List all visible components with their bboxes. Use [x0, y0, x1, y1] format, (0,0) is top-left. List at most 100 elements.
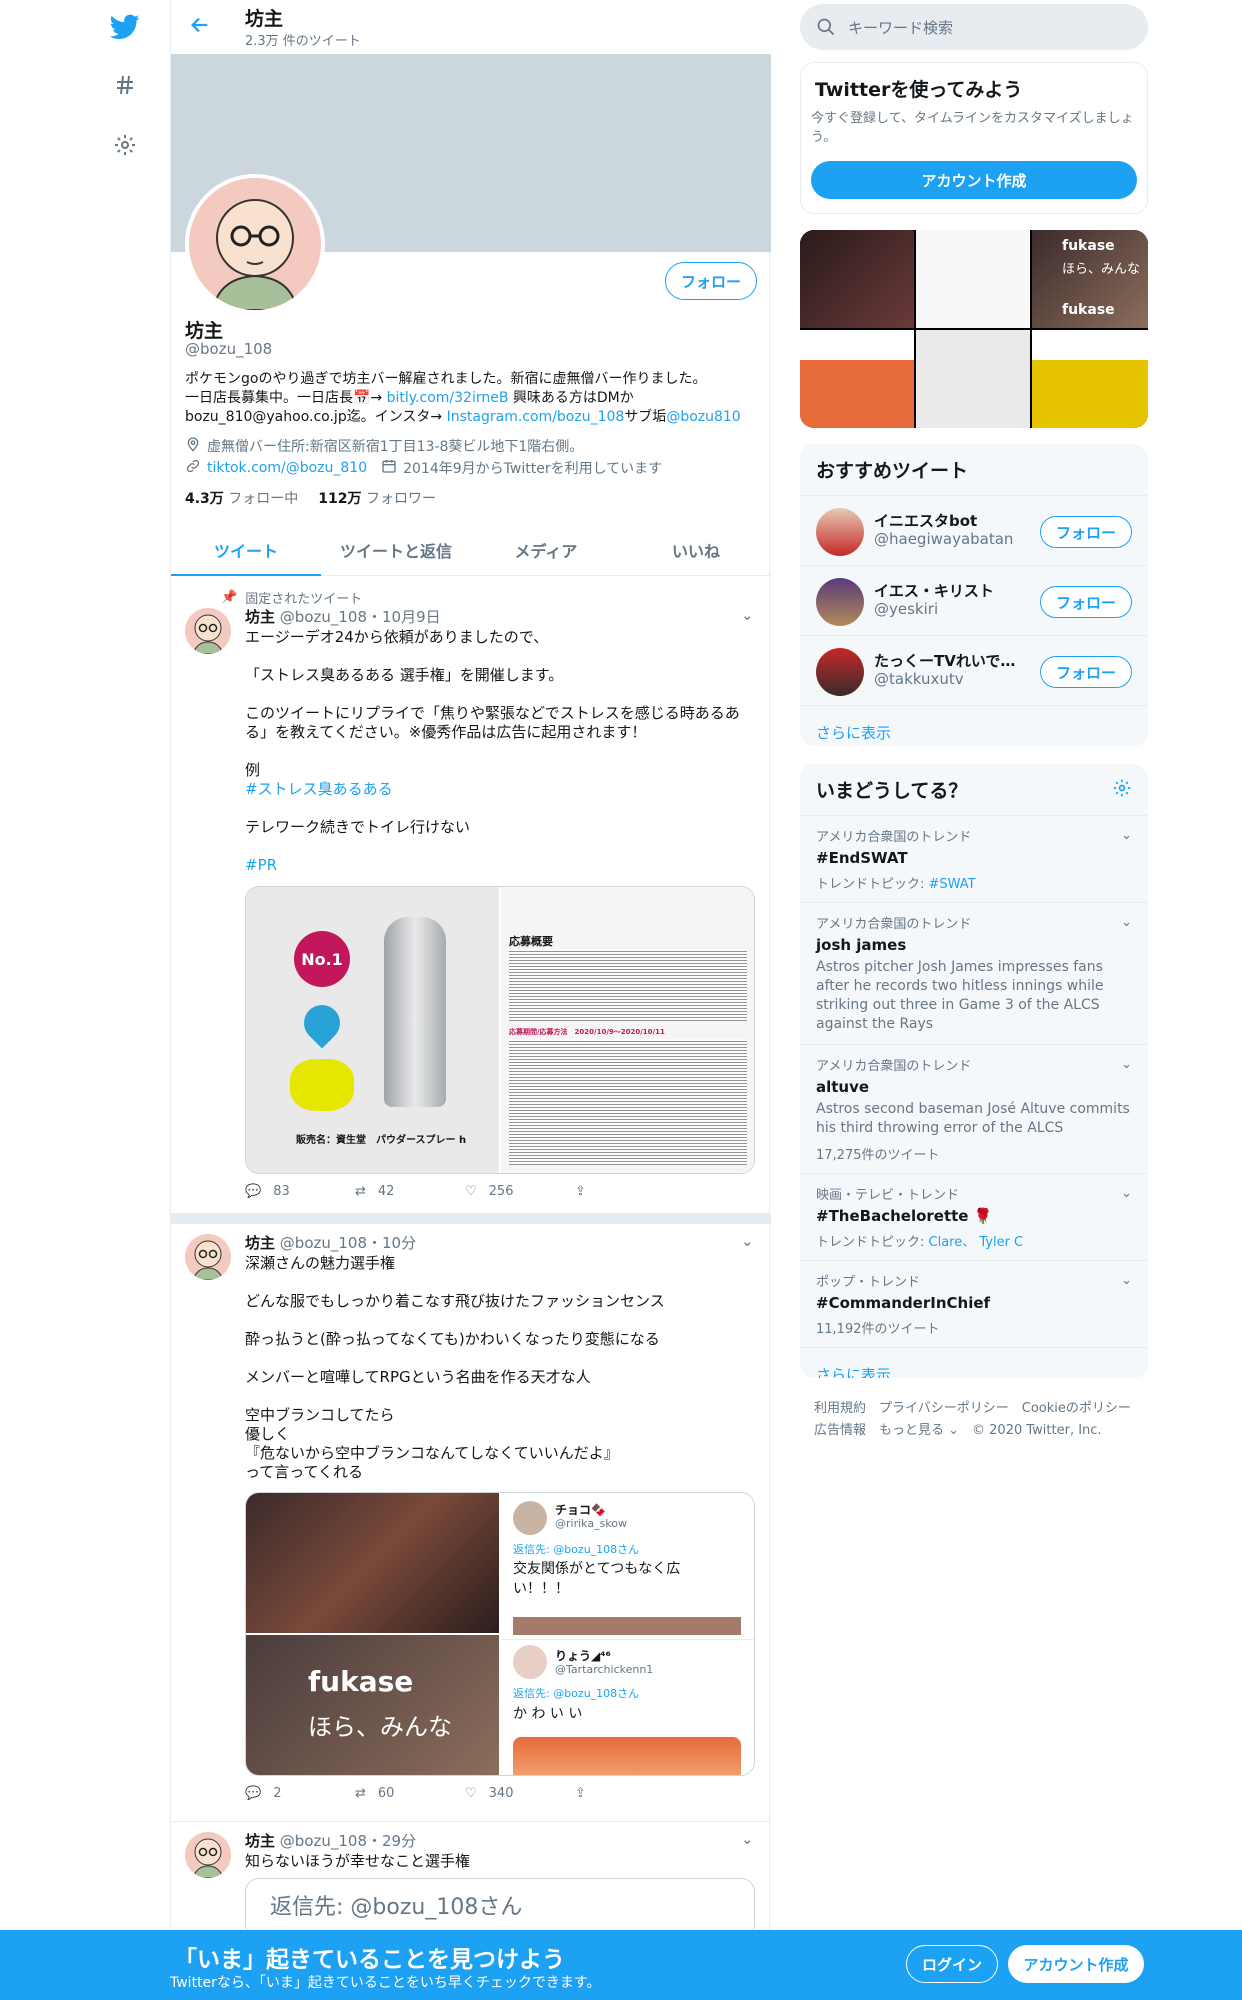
- profile-meta: tiktok.com/@bozu_810 2014年9月からTwitterを利用…: [185, 458, 662, 478]
- tweet-author-name[interactable]: 坊主: [245, 1832, 275, 1850]
- recommend-name: たっくーTVれいでぃ…: [874, 652, 1024, 670]
- explore-hashtag-icon[interactable]: [106, 66, 144, 104]
- tweet-media-images[interactable]: 返信先: @bozu_108さん: [245, 1878, 755, 1938]
- website-link[interactable]: tiktok.com/@bozu_810: [207, 460, 367, 476]
- follow-button[interactable]: フォロー: [1040, 656, 1132, 688]
- trend-item[interactable]: アメリカ合衆国のトレンド #EndSWAT トレンドトピック: #SWAT ⌄: [800, 816, 1148, 903]
- tweet-time[interactable]: ・29分: [367, 1832, 416, 1850]
- media-image-product[interactable]: No.1 販売名：資生堂 パウダースプレー h: [246, 887, 499, 1173]
- tweet-avatar[interactable]: [185, 1234, 231, 1280]
- tab-tweets[interactable]: ツイート: [171, 524, 321, 576]
- rules-text-block: [509, 949, 747, 1021]
- chevron-down-icon[interactable]: ⌄: [741, 606, 754, 624]
- bio-link[interactable]: Instagram.com/bozu_108: [447, 409, 625, 425]
- tab-media[interactable]: メディア: [471, 524, 621, 575]
- tweet-pinned[interactable]: 📌 固定されたツイート 坊主 @bozu_108・10月9日 ⌄ エージーデオ2…: [171, 578, 771, 1214]
- tweet-header: 坊主 @bozu_108・10分: [245, 1232, 416, 1253]
- footer-line[interactable]: 広告情報 もっと見る ⌄ © 2020 Twitter, Inc.: [814, 1420, 1131, 1442]
- create-account-button[interactable]: アカウント作成: [811, 161, 1137, 199]
- tweet[interactable]: 坊主 @bozu_108・10分 ⌄ 深瀬さんの魅力選手権 どんな服でもしっかり…: [171, 1224, 771, 1822]
- media-image-replies[interactable]: チョコ🍫 @ririka_skow 返信先: @bozu_108さん 交友関係が…: [501, 1493, 754, 1775]
- chevron-down-icon[interactable]: ⌄: [1121, 915, 1132, 930]
- settings-gear-icon[interactable]: [106, 126, 144, 164]
- bio-mention[interactable]: @bozu810: [666, 409, 740, 425]
- trend-topic-link[interactable]: #SWAT: [929, 877, 976, 892]
- chevron-down-icon[interactable]: ⌄: [1121, 828, 1132, 843]
- retweet-button[interactable]: ⇄ 42: [355, 1184, 465, 1199]
- media-image-fukase[interactable]: fukase ほら、みんな: [246, 1635, 499, 1775]
- media-thumb[interactable]: [916, 330, 1030, 428]
- tweet-author-name[interactable]: 坊主: [245, 1234, 275, 1252]
- hashtag-link[interactable]: #PR: [245, 856, 277, 874]
- hashtag-link[interactable]: #ストレス臭あるある: [245, 780, 393, 798]
- profile-location: 虚無僧バー住所:新宿区新宿1丁目13-8葵ビル地下1階右側。: [185, 436, 583, 456]
- media-thumb-text: fukase: [1062, 302, 1115, 318]
- chevron-down-icon[interactable]: ⌄: [741, 1830, 754, 1848]
- media-thumb[interactable]: [800, 230, 914, 328]
- retweet-icon: ⇄: [355, 1184, 366, 1199]
- chevron-down-icon[interactable]: ⌄: [1121, 1057, 1132, 1072]
- bio-link[interactable]: bitly.com/32irneB: [387, 390, 509, 406]
- tweet-header: 坊主 @bozu_108・29分: [245, 1830, 416, 1851]
- show-more-link[interactable]: さらに表示: [800, 1348, 1148, 1378]
- login-button[interactable]: ログイン: [906, 1945, 998, 1983]
- tweet-time[interactable]: ・10分: [367, 1234, 416, 1252]
- share-button[interactable]: ⇪: [575, 1184, 685, 1199]
- twitter-logo-icon[interactable]: [106, 8, 144, 46]
- tweet-author-handle: @bozu_108: [279, 608, 368, 626]
- footer-line[interactable]: 利用規約 プライバシーポリシー Cookieのポリシー: [814, 1398, 1131, 1420]
- trend-item[interactable]: ポップ・トレンド #CommanderInChief 11,192件のツイート …: [800, 1261, 1148, 1348]
- back-arrow-icon[interactable]: [189, 14, 211, 40]
- tweet-author-name[interactable]: 坊主: [245, 608, 275, 626]
- tweet-time[interactable]: ・10月9日: [367, 608, 441, 626]
- tweet[interactable]: 坊主 @bozu_108・29分 ⌄ 知らないほうが幸せなこと選手権 返信先: …: [171, 1822, 771, 1938]
- chevron-down-icon[interactable]: ⌄: [1121, 1273, 1132, 1288]
- trend-topic-link[interactable]: Clare、 Tyler C: [929, 1235, 1024, 1250]
- recommend-item[interactable]: たっくーTVれいでぃ… @takkuxutv フォロー: [800, 636, 1148, 706]
- bio-text: bozu_810@yahoo.co.jp迄。インスタ→: [185, 409, 447, 425]
- follow-button[interactable]: フォロー: [1040, 586, 1132, 618]
- tweet-media-images[interactable]: No.1 販売名：資生堂 パウダースプレー h 応募概要 応募期間/応募方法 2…: [245, 886, 755, 1174]
- reply-count: 2: [273, 1786, 282, 1801]
- chevron-down-icon[interactable]: ⌄: [741, 1232, 754, 1250]
- chevron-down-icon[interactable]: ⌄: [1121, 1186, 1132, 1201]
- retweet-button[interactable]: ⇄ 60: [355, 1786, 465, 1801]
- media-overlay-subtext: ほら、みんな: [308, 1713, 452, 1741]
- media-grid: fukase ほら、みんな fukase: [800, 230, 1148, 428]
- media-thumb[interactable]: [916, 230, 1030, 328]
- like-button[interactable]: ♡ 256: [465, 1184, 575, 1199]
- tab-tweets-and-replies[interactable]: ツイートと返信: [321, 524, 471, 575]
- followers-link[interactable]: 112万 フォロワー: [318, 488, 436, 508]
- tweet-avatar[interactable]: [185, 608, 231, 654]
- share-button[interactable]: ⇪: [575, 1786, 685, 1801]
- follow-button[interactable]: フォロー: [1040, 516, 1132, 548]
- media-image-hands[interactable]: [246, 1493, 499, 1633]
- signup-button[interactable]: アカウント作成: [1008, 1945, 1144, 1983]
- media-thumb[interactable]: [800, 330, 914, 428]
- recommend-item[interactable]: イエス・キリスト @yeskiri フォロー: [800, 566, 1148, 636]
- trend-name: #TheBachelorette 🌹: [816, 1207, 993, 1225]
- bio-text: ポケモンgoのやり過ぎで坊主バー解雇されました。新宿に虚無僧バー作りました。: [185, 371, 707, 387]
- reply-button[interactable]: 💬 2: [245, 1786, 355, 1801]
- media-thumb[interactable]: fukase ほら、みんな fukase: [1032, 230, 1148, 328]
- recommend-item[interactable]: イニエスタbot @haegiwayabatan フォロー: [800, 496, 1148, 566]
- tweet-media-images[interactable]: fukase ほら、みんな チョコ🍫 @ririka_skow 返信先: @bo…: [245, 1492, 755, 1776]
- trend-meta: 映画・テレビ・トレンド: [816, 1188, 960, 1203]
- trend-count: 17,275件のツイート: [816, 1148, 940, 1163]
- reply-button[interactable]: 💬 83: [245, 1184, 355, 1199]
- trend-item[interactable]: 映画・テレビ・トレンド #TheBachelorette 🌹 トレンドトピック:…: [800, 1174, 1148, 1261]
- search-input[interactable]: キーワード検索: [800, 4, 1148, 50]
- like-button[interactable]: ♡ 340: [465, 1786, 575, 1801]
- follow-button[interactable]: フォロー: [665, 262, 757, 300]
- settings-gear-icon[interactable]: [1112, 778, 1132, 803]
- profile-avatar[interactable]: [185, 174, 325, 314]
- media-thumb[interactable]: [1032, 330, 1148, 428]
- tab-likes[interactable]: いいね: [621, 524, 771, 575]
- show-more-link[interactable]: さらに表示: [800, 706, 1148, 746]
- trend-item[interactable]: アメリカ合衆国のトレンド altuve Astros second basema…: [800, 1045, 1148, 1174]
- tweet-avatar[interactable]: [185, 1832, 231, 1878]
- media-image-rules[interactable]: 応募概要 応募期間/応募方法 2020/10/9～2020/10/11: [501, 887, 754, 1173]
- following-link[interactable]: 4.3万 フォロー中: [185, 488, 298, 508]
- trend-item[interactable]: アメリカ合衆国のトレンド josh james Astros pitcher J…: [800, 903, 1148, 1045]
- trend-count: 11,192件のツイート: [816, 1322, 940, 1337]
